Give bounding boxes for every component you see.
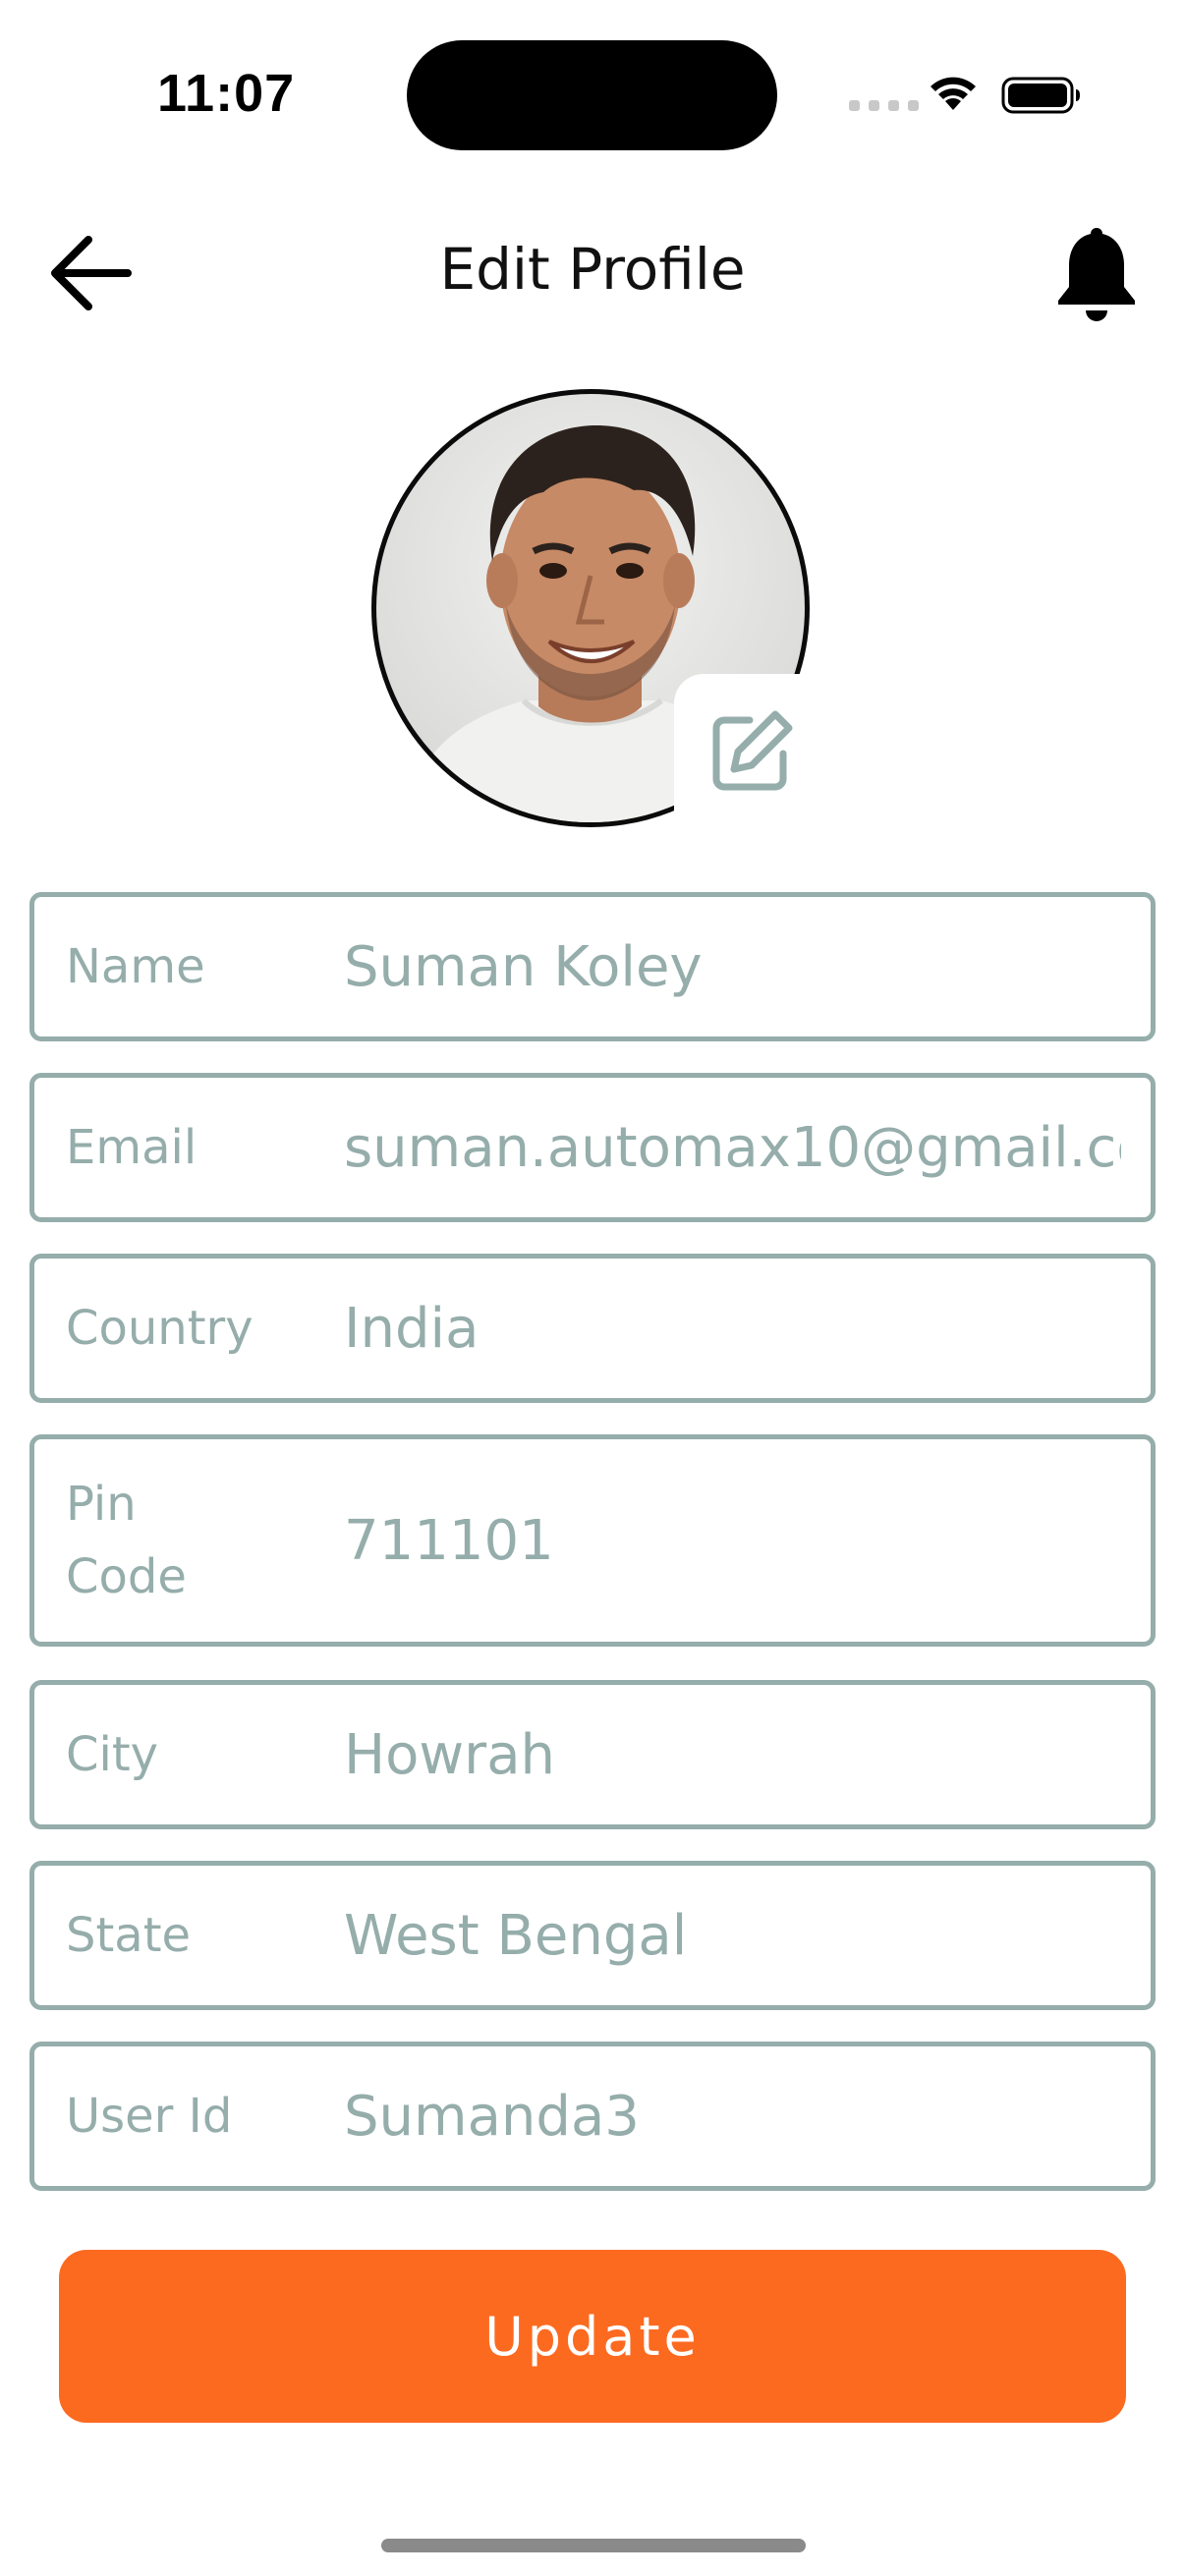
page-title: Edit Profile	[439, 236, 746, 303]
cellular-signal-icon	[849, 100, 919, 111]
country-label: Country	[66, 1301, 254, 1356]
edit-photo-button[interactable]	[674, 674, 829, 829]
pin-code-label: Pin Code	[66, 1477, 187, 1604]
pin-code-value[interactable]: 711101	[344, 1509, 1121, 1573]
email-value[interactable]: suman.automax10@gmail.com	[344, 1116, 1121, 1180]
city-label: City	[66, 1727, 159, 1782]
notification-button[interactable]	[1045, 218, 1148, 328]
name-label: Name	[66, 939, 205, 994]
home-indicator	[381, 2539, 806, 2552]
edit-square-icon	[712, 710, 793, 791]
battery-icon	[1001, 77, 1080, 114]
pin-code-field[interactable]: Pin Code 711101	[29, 1434, 1156, 1647]
city-field[interactable]: City Howrah	[29, 1680, 1156, 1829]
state-field[interactable]: State West Bengal	[29, 1861, 1156, 2010]
dynamic-island	[407, 40, 777, 150]
user-id-label: User Id	[66, 2089, 233, 2144]
wifi-icon	[931, 77, 976, 110]
name-field[interactable]: Name Suman Koley	[29, 892, 1156, 1041]
state-value[interactable]: West Bengal	[344, 1904, 1121, 1968]
bell-icon	[1058, 228, 1135, 321]
name-value[interactable]: Suman Koley	[344, 935, 1121, 999]
user-id-value[interactable]: Sumanda3	[344, 2085, 1121, 2149]
update-button[interactable]: Update	[59, 2250, 1126, 2423]
email-label: Email	[66, 1120, 198, 1175]
email-field[interactable]: Email suman.automax10@gmail.com	[29, 1073, 1156, 1222]
state-label: State	[66, 1908, 192, 1963]
status-time: 11:07	[157, 64, 296, 123]
country-field[interactable]: Country India	[29, 1254, 1156, 1403]
user-id-field[interactable]: User Id Sumanda3	[29, 2042, 1156, 2191]
country-value[interactable]: India	[344, 1297, 1121, 1361]
city-value[interactable]: Howrah	[344, 1723, 1121, 1787]
